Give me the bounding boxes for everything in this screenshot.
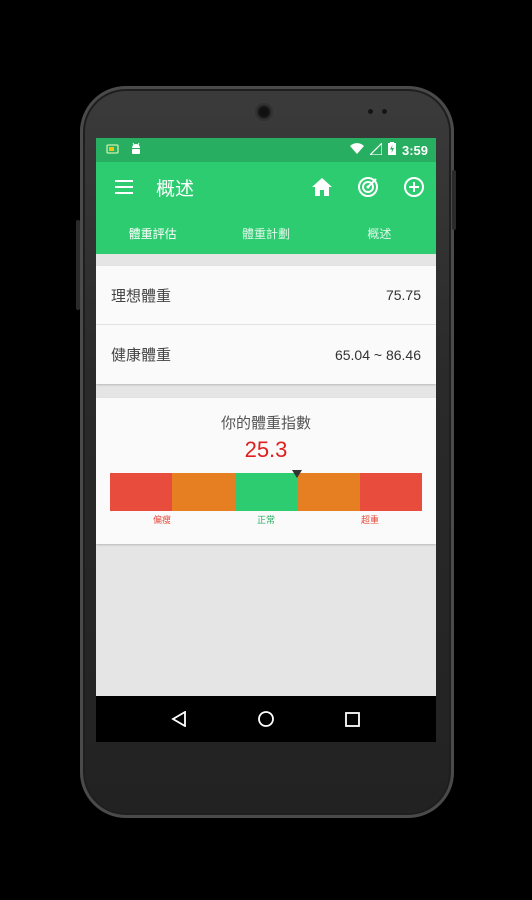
bmi-scale-labels: 偏瘦 正常 超重	[110, 513, 422, 526]
screen: 3:59 概述 體重評估 體重計劃 概述 理想體重 75.75 健康體重 65.…	[96, 138, 436, 742]
battery-saver-icon	[106, 143, 120, 158]
android-icon	[130, 142, 142, 159]
tab-weight-assessment[interactable]: 體重評估	[96, 225, 209, 242]
power-button	[452, 170, 456, 230]
healthy-weight-value: 65.04 ~ 86.46	[334, 346, 421, 363]
system-nav-bar	[96, 696, 436, 742]
bmi-segment-2	[234, 473, 298, 511]
status-bar: 3:59	[96, 138, 436, 162]
recents-icon[interactable]	[341, 707, 365, 731]
bmi-label-normal: 正常	[256, 516, 275, 526]
bmi-segment-0	[110, 473, 173, 511]
page-title: 概述	[156, 177, 195, 200]
back-icon[interactable]	[167, 707, 191, 731]
content: 理想體重 75.75 健康體重 65.04 ~ 86.46 你的體重指數 25.…	[96, 266, 436, 544]
bmi-card: 你的體重指數 25.3 偏瘦 正常 超重	[96, 398, 436, 544]
sensor-dot	[368, 109, 373, 114]
bmi-segment-1	[172, 473, 235, 511]
add-circle-icon[interactable]	[402, 175, 426, 199]
bmi-scale	[110, 470, 423, 511]
ideal-weight-label: 理想體重	[111, 286, 172, 305]
bmi-value: 25.3	[244, 437, 288, 462]
healthy-weight-label: 健康體重	[111, 346, 172, 364]
earpiece-speaker	[255, 103, 273, 121]
app-bar: 概述	[96, 162, 436, 212]
tab-bar: 體重評估 體重計劃 概述	[96, 212, 436, 254]
tab-weight-plan[interactable]: 體重計劃	[209, 225, 322, 242]
weight-card: 理想體重 75.75 健康體重 65.04 ~ 86.46	[96, 266, 436, 384]
healthy-weight-row: 健康體重 65.04 ~ 86.46	[96, 325, 436, 384]
home-icon[interactable]	[310, 175, 334, 199]
bmi-label-overweight: 超重	[360, 516, 379, 526]
bmi-marker-icon	[292, 470, 303, 478]
battery-charging-icon	[387, 142, 396, 158]
menu-icon[interactable]	[112, 175, 136, 199]
bmi-bar	[110, 473, 423, 511]
bmi-label-underweight: 偏瘦	[152, 516, 171, 526]
ideal-weight-row: 理想體重 75.75	[96, 266, 436, 325]
signal-icon	[368, 141, 383, 158]
radar-icon[interactable]	[356, 175, 380, 199]
sensor-dot	[382, 109, 387, 114]
home-nav-icon[interactable]	[254, 707, 278, 731]
ideal-weight-value: 75.75	[385, 287, 421, 303]
clock: 3:59	[401, 142, 428, 158]
bmi-segment-3	[297, 473, 360, 511]
wifi-icon	[349, 142, 364, 158]
stage: 3:59 概述 體重評估 體重計劃 概述 理想體重 75.75 健康體重 65.…	[0, 0, 532, 900]
volume-button	[76, 220, 80, 310]
bmi-segment-4	[359, 473, 423, 511]
tab-overview[interactable]: 概述	[323, 225, 436, 242]
bmi-title: 你的體重指數	[220, 414, 311, 432]
